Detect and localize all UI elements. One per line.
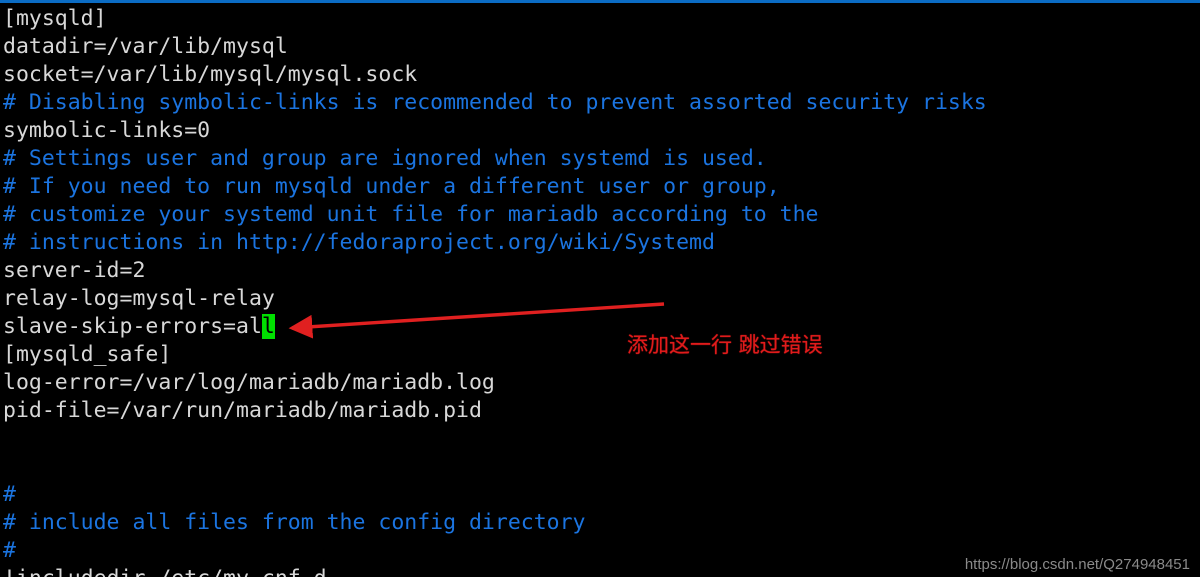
editor-line-text: log-error=/var/log/mariadb/mariadb.log xyxy=(3,370,495,395)
editor-line: # customize your systemd unit file for m… xyxy=(0,201,1200,229)
editor-line-text: # instructions in http://fedoraproject.o… xyxy=(3,230,715,255)
editor-line: slave-skip-errors=all xyxy=(0,313,1200,341)
editor-line: datadir=/var/lib/mysql xyxy=(0,33,1200,61)
editor-line-text: # xyxy=(3,482,16,507)
window-top-border xyxy=(0,0,1200,3)
editor-line-text: !includedir /etc/my.cnf.d xyxy=(3,566,327,577)
editor-line-text: # include all files from the config dire… xyxy=(3,510,586,535)
editor-line: socket=/var/lib/mysql/mysql.sock xyxy=(0,61,1200,89)
editor-line-text: pid-file=/var/run/mariadb/mariadb.pid xyxy=(3,398,482,423)
editor-line: [mysqld] xyxy=(0,5,1200,33)
editor-text-area[interactable]: [mysqld] datadir=/var/lib/mysql socket=/va… xyxy=(0,5,1200,577)
editor-line-text: # Disabling symbolic-links is recommende… xyxy=(3,90,987,115)
editor-line: symbolic-links=0 xyxy=(0,117,1200,145)
editor-line: log-error=/var/log/mariadb/mariadb.log xyxy=(0,369,1200,397)
editor-line: [mysqld_safe] xyxy=(0,341,1200,369)
editor-line-text: socket=/var/lib/mysql/mysql.sock xyxy=(3,62,418,87)
editor-line-text: # If you need to run mysqld under a diff… xyxy=(3,174,780,199)
editor-line: # instructions in http://fedoraproject.o… xyxy=(0,229,1200,257)
text-cursor: l xyxy=(261,314,275,339)
editor-line: # Disabling symbolic-links is recommende… xyxy=(0,89,1200,117)
editor-line-text: relay-log=mysql-relay xyxy=(3,286,275,311)
editor-line-text: # Settings user and group are ignored wh… xyxy=(3,146,767,171)
editor-line-text: symbolic-links=0 xyxy=(3,118,211,143)
editor-line: relay-log=mysql-relay xyxy=(0,285,1200,313)
editor-line: # Settings user and group are ignored wh… xyxy=(0,145,1200,173)
editor-line: # If you need to run mysqld under a diff… xyxy=(0,173,1200,201)
editor-line-text: # xyxy=(3,538,16,563)
editor-line-text: [mysqld_safe] xyxy=(3,342,172,367)
editor-line-text: server-id=2 xyxy=(3,258,146,283)
annotation-text: 添加这一行 跳过错误 xyxy=(627,333,823,357)
editor-line: server-id=2 xyxy=(0,257,1200,285)
watermark-url: https://blog.csdn.net/Q274948451 xyxy=(964,556,1190,573)
editor-line: # xyxy=(0,481,1200,509)
terminal-window: [mysqld] datadir=/var/lib/mysql socket=/va… xyxy=(0,0,1200,577)
editor-line: pid-file=/var/run/mariadb/mariadb.pid xyxy=(0,397,1200,425)
editor-line-text: datadir=/var/lib/mysql xyxy=(3,34,288,59)
editor-line-text: # customize your systemd unit file for m… xyxy=(3,202,819,227)
editor-line-text: slave-skip-errors=al xyxy=(3,314,262,339)
editor-line: # include all files from the config dire… xyxy=(0,509,1200,537)
editor-line-text: [mysqld] xyxy=(3,6,107,31)
